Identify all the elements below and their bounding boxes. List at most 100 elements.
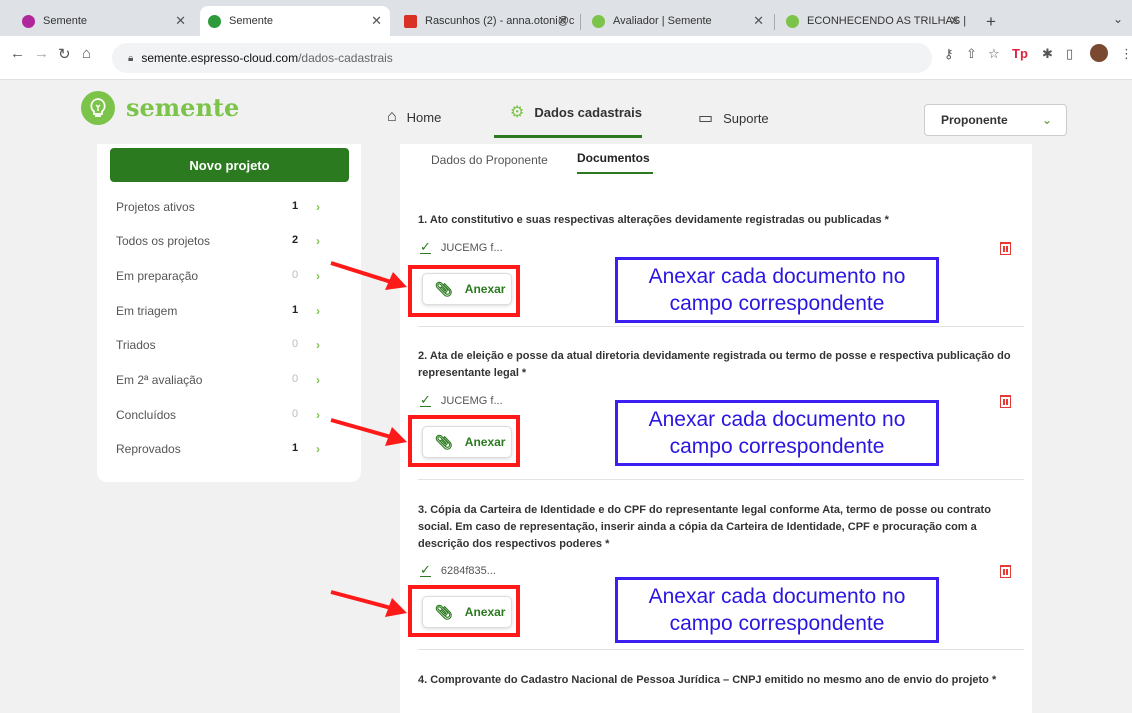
gmail-favicon-icon (404, 14, 417, 28)
uploaded-file[interactable]: ✓ JUCEMG f... (420, 392, 503, 407)
chevron-down-icon[interactable]: ⌄ (1113, 12, 1123, 26)
browser-tab[interactable]: Avaliador | Semente ✕ (584, 6, 772, 36)
sidepanel-icon[interactable]: ▯ (1066, 46, 1073, 62)
extension-tp-icon[interactable]: Tp (1012, 46, 1028, 61)
home-icon[interactable]: ⌂ (82, 45, 91, 62)
key-icon[interactable]: ⚷ (944, 46, 954, 62)
trash-icon[interactable] (1000, 242, 1011, 255)
new-tab-icon[interactable]: + (986, 12, 996, 32)
chevron-right-icon: › (316, 442, 320, 456)
subtab-active-indicator (577, 172, 653, 174)
reload-icon[interactable]: ↻ (58, 45, 71, 63)
file-name: JUCEMG f... (440, 394, 503, 407)
uploaded-file[interactable]: ✓ JUCEMG f... (420, 239, 503, 254)
browser-tab[interactable]: ECONHECENDO AS TRILHAS | ✕ (778, 6, 968, 36)
nav-home[interactable]: ⌂ Home (387, 108, 441, 126)
close-icon[interactable]: ✕ (949, 13, 960, 29)
uploaded-file[interactable]: ✓ 6284f835... (420, 562, 496, 577)
address-bar[interactable]: 🔒︎ semente.espresso-cloud.com /dados-cad… (112, 43, 932, 73)
forward-arrow-icon[interactable]: → (34, 45, 49, 62)
tab-separator (774, 14, 775, 30)
semente-favicon-icon (208, 14, 221, 28)
trash-icon[interactable] (1000, 395, 1011, 408)
check-icon: ✓ (420, 562, 431, 577)
profile-avatar[interactable] (1090, 44, 1108, 62)
sidebar-item-label: Todos os projetos (116, 234, 211, 248)
check-icon: ✓ (420, 239, 431, 254)
red-arrow-icon (330, 261, 407, 290)
nav-home-label: Home (406, 109, 442, 125)
new-project-button[interactable]: Novo projeto (110, 148, 349, 182)
nav-suporte[interactable]: ▭ Suporte (698, 108, 769, 128)
nav-dados-cadastrais[interactable]: ⚙ Dados cadastrais (510, 102, 642, 122)
tab-title: Semente (43, 15, 88, 27)
tab-title: Avaliador | Semente (613, 15, 712, 27)
browser-tab-bar: Semente ✕ Semente ✕ Rascunhos (2) - anna… (0, 0, 1132, 36)
tab-dados-do-proponente[interactable]: Dados do Proponente (431, 153, 548, 167)
nav-active-indicator (494, 135, 642, 138)
chevron-right-icon: › (316, 304, 320, 318)
lock-icon: 🔒︎ (128, 52, 134, 64)
puzzle-icon[interactable]: ✱ (1042, 46, 1053, 62)
sidebar-item-count: 0 (292, 408, 299, 420)
lightbulb-logo-icon (81, 91, 115, 125)
highlight-box (408, 585, 520, 637)
sidebar-item-label: Triados (116, 338, 156, 352)
sidebar-item-count: 1 (292, 304, 299, 316)
sidebar-item-label: Em triagem (116, 304, 178, 318)
back-arrow-icon[interactable]: ← (10, 45, 25, 62)
sidebar-item-em-preparacao[interactable]: Em preparação 0 › (116, 269, 332, 289)
semente-favicon-icon (22, 14, 35, 28)
browser-toolbar: ← → ↻ ⌂ 🔒︎ semente.espresso-cloud.com /d… (0, 36, 1132, 80)
sidebar-item-count: 1 (292, 442, 299, 454)
sidebar-item-reprovados[interactable]: Reprovados 1 › (116, 442, 332, 462)
chevron-right-icon: › (316, 408, 320, 422)
share-icon[interactable]: ⇧ (966, 46, 977, 62)
sidebar-item-em-triagem[interactable]: Em triagem 1 › (116, 304, 332, 324)
sidebar-item-projetos-ativos[interactable]: Projetos ativos 1 › (116, 200, 332, 220)
chevron-right-icon: › (316, 373, 320, 387)
close-icon[interactable]: ✕ (175, 13, 186, 29)
browser-tab[interactable]: Rascunhos (2) - anna.otoni@c ✕ (396, 6, 576, 36)
role-select-value: Proponente (941, 113, 1008, 127)
site-header: semente ⌂ Home ⚙ Dados cadastrais ▭ Supo… (0, 80, 1132, 144)
document-title: 1. Ato constitutivo e suas respectivas a… (418, 214, 889, 226)
sidebar-item-concluidos[interactable]: Concluídos 0 › (116, 408, 332, 428)
sidebar-item-em-2a-avaliacao[interactable]: Em 2ª avaliação 0 › (116, 373, 332, 393)
red-arrow-icon (330, 418, 407, 446)
sidebar-item-todos-os-projetos[interactable]: Todos os projetos 2 › (116, 234, 332, 254)
star-icon[interactable]: ☆ (988, 46, 1000, 62)
tab-documentos[interactable]: Documentos (577, 151, 650, 165)
file-name: JUCEMG f... (440, 241, 503, 254)
document-title: 2. Ata de eleição e posse da atual diret… (418, 350, 1011, 379)
role-select[interactable]: Proponente ⌄ (924, 104, 1067, 136)
semente-favicon-icon (786, 14, 799, 28)
chevron-right-icon: › (316, 338, 320, 352)
brand-logo[interactable]: semente (126, 93, 239, 122)
highlight-box (408, 265, 520, 317)
document-title: 3. Cópia da Carteira de Identidade e do … (418, 504, 991, 550)
browser-tab-active[interactable]: Semente ✕ (200, 6, 390, 36)
document-title: 4. Comprovante do Cadastro Nacional de P… (418, 674, 997, 686)
url-host: semente.espresso-cloud.com (141, 51, 299, 65)
red-arrow-icon (330, 590, 407, 617)
nav-suporte-label: Suporte (723, 110, 769, 126)
close-icon[interactable]: ✕ (371, 13, 382, 29)
close-icon[interactable]: ✕ (753, 13, 764, 29)
divider (418, 479, 1024, 480)
sidebar-item-label: Em preparação (116, 269, 199, 283)
sidebar-item-label: Reprovados (116, 442, 181, 456)
browser-tab[interactable]: Semente ✕ (14, 6, 194, 36)
close-icon[interactable]: ✕ (557, 13, 568, 29)
sidebar-item-label: Em 2ª avaliação (116, 373, 203, 387)
menu-icon[interactable]: ⋮ (1120, 46, 1132, 62)
sidebar-item-count: 1 (292, 200, 299, 212)
trash-icon[interactable] (1000, 565, 1011, 578)
check-icon: ✓ (420, 392, 431, 407)
chevron-right-icon: › (316, 200, 320, 214)
sidebar-item-triados[interactable]: Triados 0 › (116, 338, 332, 358)
tab-title: ECONHECENDO AS TRILHAS | (807, 15, 967, 27)
semente-favicon-icon (592, 14, 605, 28)
sidebar-item-count: 0 (292, 269, 299, 281)
annotation-note: Anexar cada documento no campo correspon… (615, 577, 939, 643)
